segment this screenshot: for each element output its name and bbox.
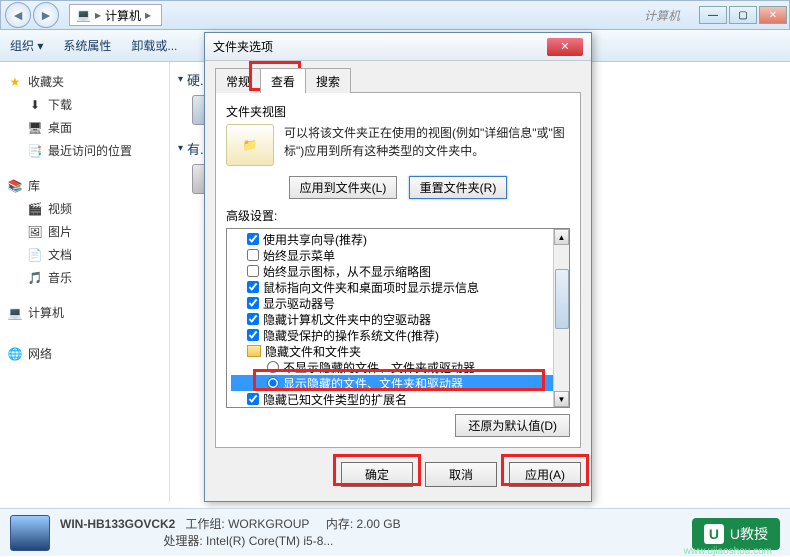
checkbox[interactable] [247, 265, 259, 277]
checkbox[interactable] [247, 329, 259, 341]
tab-content: 文件夹视图 📁 可以将该文件夹正在使用的视图(例如"详细信息"或"图标")应用到… [215, 93, 581, 448]
uninstall-button[interactable]: 卸载或... [131, 37, 177, 54]
library-icon: 📚 [6, 178, 24, 194]
computer-icon: 💻 [76, 8, 91, 22]
scroll-down-button[interactable]: ▼ [554, 391, 569, 407]
nav-back-button[interactable]: ◄ [5, 2, 31, 28]
tree-folder[interactable]: 隐藏文件和文件夹 [231, 343, 569, 359]
organize-menu[interactable]: 组织 ▾ [10, 37, 43, 54]
tree-item[interactable]: 使用共享向导(推荐) [231, 231, 569, 247]
restore-defaults-button[interactable]: 还原为默认值(D) [455, 414, 570, 437]
sidebar-computer[interactable]: 💻计算机 [6, 301, 163, 324]
nav-fwd-button[interactable]: ► [33, 2, 59, 28]
apply-button[interactable]: 应用(A) [509, 462, 581, 487]
pc-name: WIN-HB133GOVCK2 [60, 517, 175, 531]
advanced-settings-label: 高级设置: [226, 207, 570, 224]
chevron-right-icon: ▸ [95, 8, 101, 22]
reset-folders-button[interactable]: 重置文件夹(R) [409, 176, 508, 199]
sidebar-network[interactable]: 🌐网络 [6, 342, 163, 365]
dialog-tabs: 常规 查看 搜索 [215, 67, 581, 93]
statusbar: WIN-HB133GOVCK2 工作组: WORKGROUP 内存: 2.00 … [0, 508, 790, 556]
music-icon: 🎵 [26, 270, 44, 286]
recent-icon: 📑 [26, 143, 44, 159]
triangle-down-icon: ▾ [178, 74, 183, 85]
sidebar: ★收藏夹 ⬇下载 🖥桌面 📑最近访问的位置 📚库 🎬视频 🖼图片 📄文档 🎵音乐… [0, 62, 170, 502]
tab-view[interactable]: 查看 [260, 68, 306, 93]
checkbox[interactable] [247, 393, 259, 405]
tree-item[interactable]: 始终显示图标，从不显示缩略图 [231, 263, 569, 279]
tree-item[interactable]: 用彩色显示加密或压缩的 NTFS 文件 [231, 407, 569, 408]
advanced-settings-tree[interactable]: 使用共享向导(推荐) 始终显示菜单 始终显示图标，从不显示缩略图 鼠标指向文件夹… [226, 228, 570, 408]
checkbox[interactable] [247, 281, 259, 293]
sidebar-videos[interactable]: 🎬视频 [6, 197, 163, 220]
checkbox[interactable] [247, 297, 259, 309]
folder-icon [247, 345, 261, 357]
scroll-thumb[interactable] [555, 269, 569, 329]
sidebar-favorites[interactable]: ★收藏夹 [6, 70, 163, 93]
sidebar-documents[interactable]: 📄文档 [6, 243, 163, 266]
dialog-buttons: 确定 取消 应用(A) [215, 458, 581, 491]
folder-options-dialog: 文件夹选项 ✕ 常规 查看 搜索 文件夹视图 📁 可以将该文件夹正在使用的视图(… [204, 32, 592, 502]
close-button[interactable]: ✕ [759, 6, 787, 24]
sidebar-music[interactable]: 🎵音乐 [6, 266, 163, 289]
tree-item-selected[interactable]: 显示隐藏的文件、文件夹和驱动器 [231, 375, 569, 391]
network-icon: 🌐 [6, 346, 24, 362]
sysprops-button[interactable]: 系统属性 [63, 37, 111, 54]
radio[interactable] [267, 361, 279, 373]
breadcrumb[interactable]: 💻 ▸ 计算机 ▸ [69, 4, 162, 26]
folder-view-icon: 📁 [226, 124, 274, 166]
folder-view-label: 文件夹视图 [226, 103, 570, 120]
radio[interactable] [267, 377, 279, 389]
memory-value: 2.00 GB [357, 517, 401, 531]
watermark-url: www.ujiaoshou.com [684, 546, 772, 557]
triangle-down-icon: ▾ [178, 143, 183, 154]
ok-button[interactable]: 确定 [341, 462, 413, 487]
chevron-right-icon: ▸ [145, 8, 151, 22]
checkbox[interactable] [247, 249, 259, 261]
cpu-value: Intel(R) Core(TM) i5-8... [206, 534, 333, 548]
dialog-close-button[interactable]: ✕ [547, 38, 583, 56]
tree-item[interactable]: 隐藏计算机文件夹中的空驱动器 [231, 311, 569, 327]
tab-general[interactable]: 常规 [215, 68, 261, 93]
checkbox[interactable] [247, 233, 259, 245]
picture-icon: 🖼 [26, 224, 44, 240]
computer-icon: 💻 [6, 305, 24, 321]
search-label: 计算机 [644, 7, 680, 24]
sidebar-desktop[interactable]: 🖥桌面 [6, 116, 163, 139]
download-icon: ⬇ [26, 97, 44, 113]
tree-item[interactable]: 隐藏已知文件类型的扩展名 [231, 391, 569, 407]
sidebar-pictures[interactable]: 🖼图片 [6, 220, 163, 243]
desktop-icon: 🖥 [26, 120, 44, 136]
minimize-button[interactable]: — [699, 6, 727, 24]
watermark-icon: U [704, 524, 724, 544]
tree-item[interactable]: 鼠标指向文件夹和桌面项时显示提示信息 [231, 279, 569, 295]
star-icon: ★ [6, 74, 24, 90]
cancel-button[interactable]: 取消 [425, 462, 497, 487]
apply-to-folders-button[interactable]: 应用到文件夹(L) [289, 176, 398, 199]
dialog-title: 文件夹选项 [213, 38, 273, 55]
tree-item[interactable]: 隐藏受保护的操作系统文件(推荐) [231, 327, 569, 343]
document-icon: 📄 [26, 247, 44, 263]
video-icon: 🎬 [26, 201, 44, 217]
dialog-titlebar[interactable]: 文件夹选项 ✕ [205, 33, 591, 61]
computer-large-icon [10, 515, 50, 551]
tree-item[interactable]: 不显示隐藏的文件、文件夹或驱动器 [231, 359, 569, 375]
tree-item[interactable]: 始终显示菜单 [231, 247, 569, 263]
breadcrumb-root[interactable]: 计算机 [105, 7, 141, 24]
maximize-button[interactable]: ▢ [729, 6, 757, 24]
tree-item[interactable]: 显示驱动器号 [231, 295, 569, 311]
folder-view-text: 可以将该文件夹正在使用的视图(例如"详细信息"或"图标")应用到所有这种类型的文… [284, 124, 570, 166]
scroll-up-button[interactable]: ▲ [554, 229, 569, 245]
tab-search[interactable]: 搜索 [305, 68, 351, 93]
sidebar-recent[interactable]: 📑最近访问的位置 [6, 139, 163, 162]
checkbox[interactable] [247, 313, 259, 325]
sidebar-downloads[interactable]: ⬇下载 [6, 93, 163, 116]
workgroup-value: WORKGROUP [228, 517, 309, 531]
scrollbar[interactable]: ▲ ▼ [553, 229, 569, 407]
sidebar-libraries[interactable]: 📚库 [6, 174, 163, 197]
